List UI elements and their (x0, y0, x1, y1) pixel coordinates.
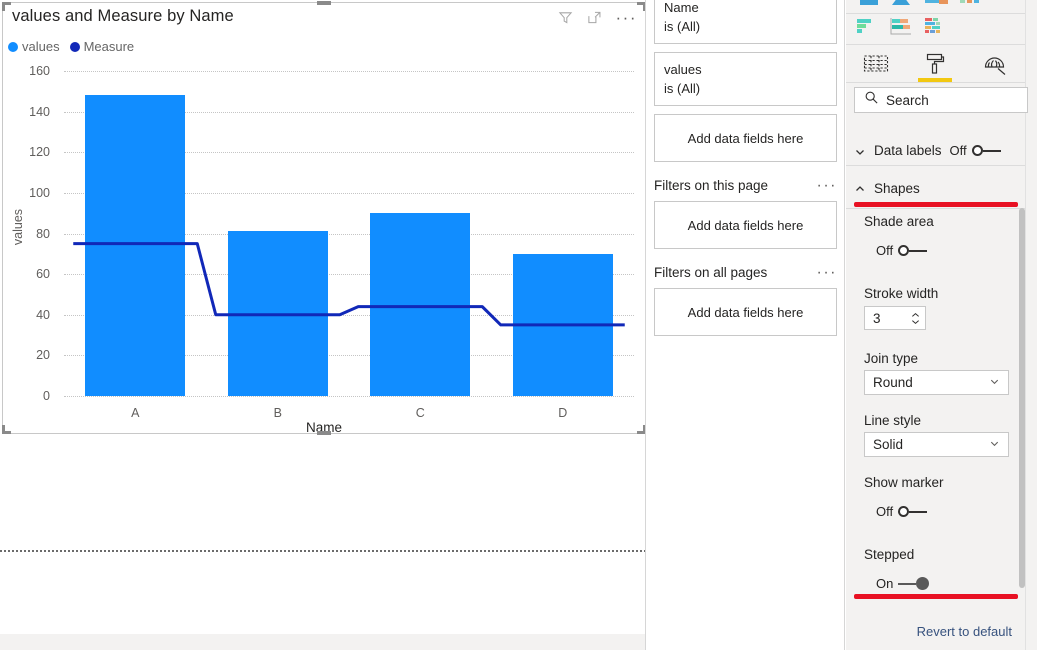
legend-item-measure[interactable]: Measure (69, 39, 135, 54)
panel-scrollbar-thumb[interactable] (1019, 208, 1025, 588)
toggle-state-label: Off (949, 143, 967, 158)
legend-swatch (8, 41, 18, 52)
toggle-switch-off-icon[interactable] (898, 245, 928, 256)
ribbon-chart-icon[interactable] (958, 0, 984, 13)
focus-mode-icon[interactable] (587, 10, 602, 25)
analytics-tab[interactable] (972, 47, 1018, 82)
filters-on-all-pages-header: Filters on all pages ··· (654, 264, 837, 280)
hundred-percent-stacked-bar-chart-icon[interactable] (924, 17, 948, 42)
stepped-label: Stepped (864, 547, 915, 562)
page-filter-dropzone[interactable]: Add data fields here (654, 201, 837, 249)
section-title: Filters on this page (654, 178, 769, 193)
data-labels-toggle[interactable]: Off (950, 143, 1001, 158)
search-field-wrapper[interactable]: Search (854, 87, 1028, 113)
more-options-icon[interactable]: ··· (817, 177, 837, 193)
toggle-state-label: Off (876, 243, 894, 258)
x-axis-tick-label: B (273, 406, 282, 420)
shade-area-label: Shade area (864, 214, 934, 229)
visual-filter-dropzone[interactable]: Add data fields here (654, 114, 837, 162)
chart-legend: values Measure (8, 39, 134, 54)
all-pages-filter-dropzone[interactable]: Add data fields here (654, 288, 837, 336)
area-chart-icon[interactable] (890, 0, 912, 13)
legend-swatch (69, 41, 80, 52)
visualizations-format-panel[interactable]: Search Data labels Off Shapes Shade area… (846, 0, 1037, 650)
chevron-down-icon[interactable] (989, 375, 1000, 390)
filter-card-values[interactable]: values is (All) (654, 52, 837, 106)
toggle-state-label: Off (876, 504, 894, 519)
x-axis-title: Name (305, 420, 342, 435)
visualization-types-row-top (846, 0, 1025, 14)
line-style-label: Line style (864, 413, 922, 428)
stroke-width-stepper[interactable]: 3 (864, 306, 926, 330)
format-tab[interactable] (912, 47, 958, 82)
show-marker-label: Show marker (864, 475, 944, 490)
section-title: Shapes (874, 180, 920, 196)
show-marker-toggle[interactable]: Off (876, 504, 928, 519)
visualization-types-row (846, 15, 1025, 45)
filters-on-this-page-header: Filters on this page ··· (654, 177, 837, 193)
annotation-highlight-stepped (854, 594, 1018, 599)
section-divider (846, 208, 1025, 209)
x-axis-tick-label: A (131, 406, 140, 420)
power-bi-report-window: values and Measure by Name ··· values Me… (0, 0, 1037, 650)
visual-title: values and Measure by Name (12, 7, 234, 25)
toggle-switch-off-icon[interactable] (898, 506, 928, 517)
filter-icon[interactable] (558, 10, 573, 25)
stroke-width-value: 3 (873, 310, 881, 326)
page-boundary-guide (0, 550, 645, 552)
chevron-down-icon[interactable] (989, 437, 1000, 452)
stepped-toggle[interactable]: On (876, 576, 930, 591)
filter-field-name: Name (664, 0, 699, 15)
panel-tabs (846, 46, 1025, 83)
stepped-line-series (73, 242, 625, 327)
visual-header-icons: ··· (558, 9, 637, 26)
more-options-icon[interactable]: ··· (616, 9, 637, 26)
x-axis-tick-label: C (415, 406, 425, 420)
more-options-icon[interactable]: ··· (817, 264, 837, 280)
stepper-arrows[interactable] (911, 312, 920, 325)
canvas-bottom-strip (0, 634, 646, 650)
filter-card-name[interactable]: Name is (All) (654, 0, 837, 44)
section-data-labels[interactable]: Data labels Off (846, 136, 1025, 166)
line-chart-icon[interactable] (858, 0, 880, 13)
search-placeholder: Search (886, 92, 929, 108)
join-type-label: Join type (864, 351, 919, 366)
stacked-bar-chart-icon[interactable] (856, 17, 878, 42)
section-title: Data labels (874, 143, 942, 158)
x-axis-tick-label: D (558, 406, 568, 420)
filter-condition: is (All) (664, 19, 701, 34)
annotation-highlight-shapes (854, 202, 1018, 207)
toggle-state-label: On (876, 576, 894, 591)
stepped-line-path (73, 242, 625, 327)
stroke-width-label: Stroke width (864, 286, 939, 301)
chart-plot-area[interactable]: values 0 20 40 60 80 100 120 140 160 ABCD Name (2, 60, 645, 435)
section-title: Filters on all pages (654, 265, 768, 280)
clustered-bar-chart-icon[interactable] (889, 17, 913, 42)
stacked-area-chart-icon[interactable] (924, 0, 950, 13)
filter-field-name: values (664, 62, 702, 77)
format-tab-active-underline (918, 77, 953, 82)
line-style-value: Solid (873, 437, 904, 452)
filters-pane[interactable]: Name is (All) values is (All) Add data f… (647, 0, 845, 650)
chevron-up-icon[interactable] (854, 182, 866, 194)
chevron-down-icon[interactable] (854, 145, 866, 157)
filter-condition: is (All) (664, 81, 701, 96)
join-type-dropdown[interactable]: Round (864, 370, 1009, 395)
fields-tab[interactable] (853, 47, 899, 82)
legend-label: values (22, 39, 60, 54)
join-type-value: Round (873, 375, 913, 390)
search-icon (864, 90, 879, 110)
shade-area-toggle[interactable]: Off (876, 243, 928, 258)
toggle-switch-off-icon[interactable] (971, 145, 1001, 156)
revert-to-default-link[interactable]: Revert to default (846, 624, 1025, 639)
section-shapes[interactable]: Shapes (846, 173, 1025, 203)
combo-chart-visual[interactable]: values and Measure by Name ··· values Me… (2, 2, 645, 435)
report-canvas[interactable]: values and Measure by Name ··· values Me… (0, 0, 646, 634)
search-input[interactable]: Search (854, 87, 1028, 113)
toggle-switch-on-icon[interactable] (898, 577, 930, 590)
legend-label: Measure (83, 39, 135, 54)
legend-item-values[interactable]: values (8, 39, 60, 54)
line-style-dropdown[interactable]: Solid (864, 432, 1009, 457)
